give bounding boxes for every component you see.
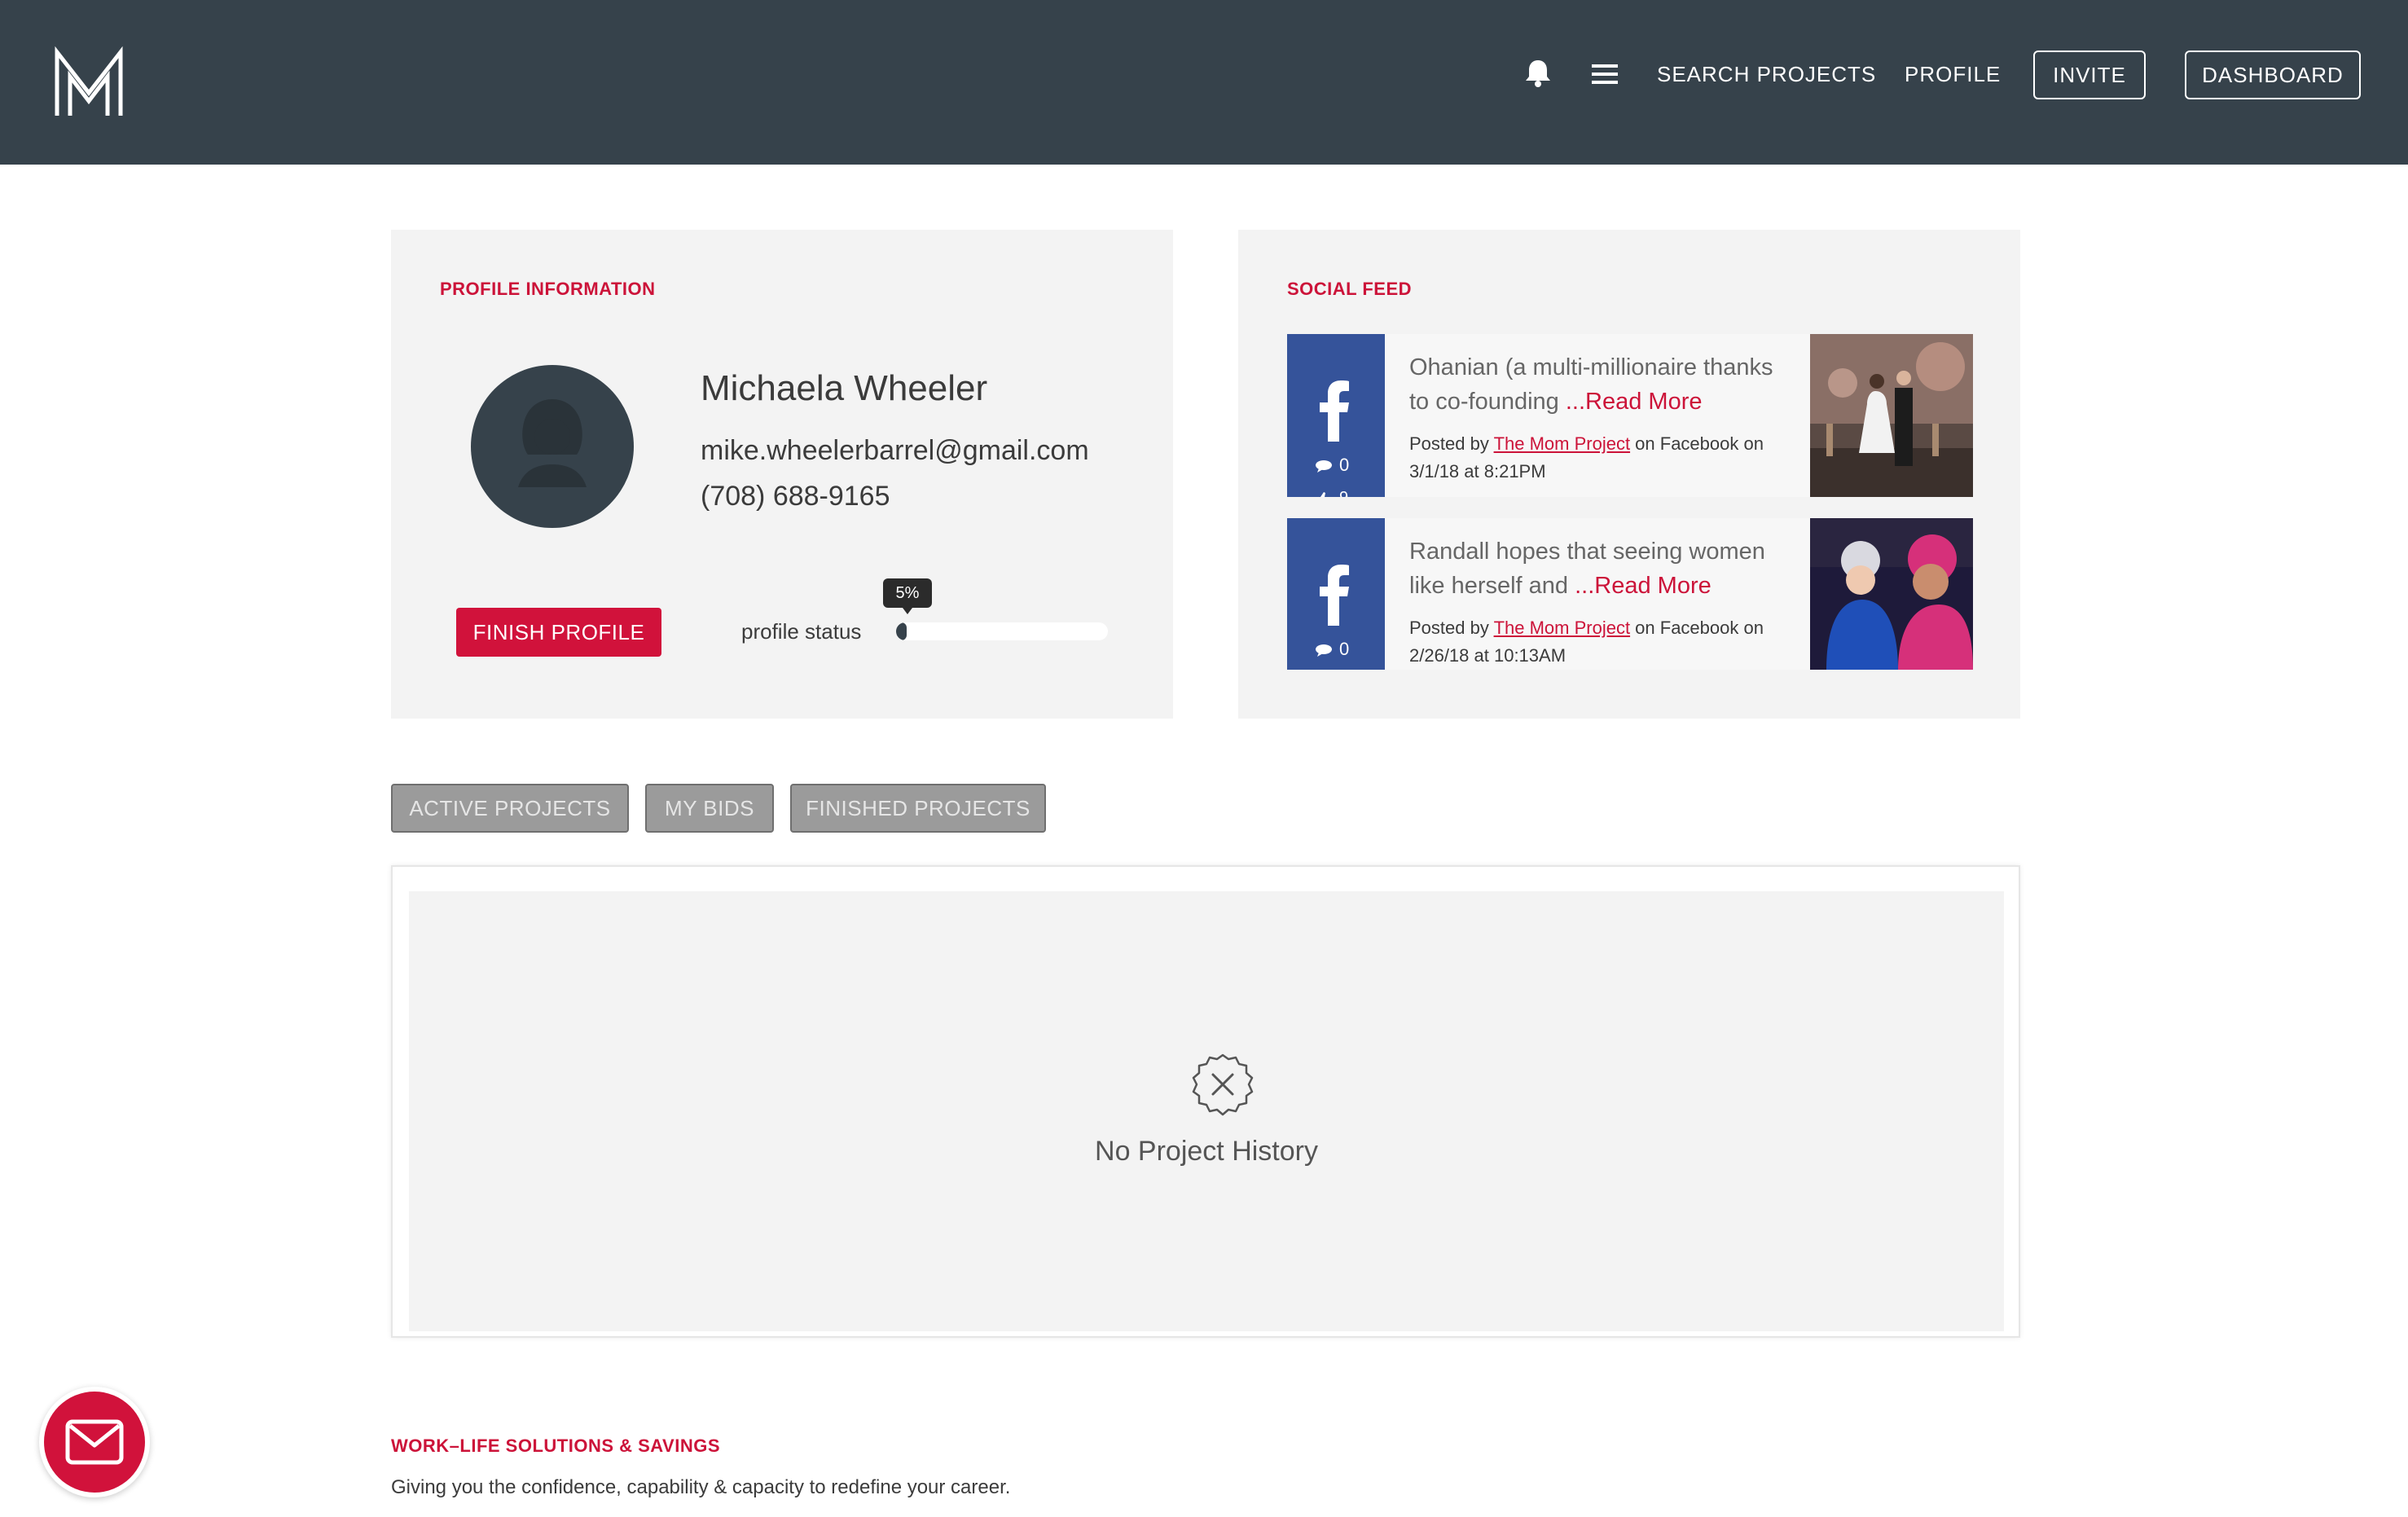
profile-card-title: PROFILE INFORMATION [440, 279, 656, 299]
profile-status-tooltip: 5% [883, 578, 932, 614]
profile-name: Michaela Wheeler [701, 368, 988, 408]
facebook-icon [1320, 565, 1349, 626]
no-history-x-icon [1192, 1053, 1254, 1116]
feed-post-text: Randall hopes that seeing women like her… [1409, 534, 1792, 603]
feed-source-link[interactable]: The Mom Project [1494, 618, 1631, 638]
tab-my-bids[interactable]: MY BIDS [645, 784, 774, 833]
no-project-history-text: No Project History [1095, 1136, 1318, 1167]
tab-active-projects[interactable]: ACTIVE PROJECTS [391, 784, 629, 833]
invite-button[interactable]: INVITE [2033, 51, 2146, 99]
profile-information-card: PROFILE INFORMATION Michaela Wheeler mik… [391, 230, 1173, 719]
comment-icon [1316, 644, 1332, 657]
thumbs-up-icon [1316, 491, 1331, 497]
comment-count: 0 [1315, 455, 1349, 476]
project-history-empty-state: No Project History [409, 891, 2004, 1331]
facebook-badge: 0 9 [1287, 334, 1385, 497]
nav-profile-link[interactable]: PROFILE [1905, 60, 2001, 88]
nav-search-projects-link[interactable]: SEARCH PROJECTS [1657, 60, 1876, 88]
read-more-link[interactable]: ...Read More [1575, 573, 1712, 599]
comment-count-value: 0 [1339, 639, 1350, 659]
posted-by-label: Posted by [1409, 618, 1494, 638]
feed-post-image[interactable] [1810, 334, 1973, 497]
logo-icon[interactable] [52, 46, 125, 119]
feed-post-meta: Posted by The Mom Project on Facebook on… [1409, 430, 1792, 486]
social-feed-title: SOCIAL FEED [1287, 279, 1413, 299]
like-count: 9 [1315, 489, 1348, 497]
comment-count-value: 0 [1339, 455, 1350, 475]
comment-icon [1316, 460, 1332, 473]
profile-status-label: profile status [741, 619, 862, 644]
hamburger-menu-icon[interactable] [1592, 64, 1618, 85]
comment-count: 0 [1315, 639, 1349, 660]
profile-email: mike.wheelerbarrel@gmail.com [701, 435, 1089, 466]
social-feed-card: SOCIAL FEED 0 9 Ohanian (a multi-million… [1238, 230, 2020, 719]
feed-post-image[interactable] [1810, 518, 1973, 670]
wedding-photo-image [1810, 334, 1973, 497]
posted-by-label: Posted by [1409, 433, 1494, 454]
message-floating-button[interactable] [39, 1387, 150, 1497]
envelope-icon [65, 1419, 124, 1465]
tab-finished-projects[interactable]: FINISHED PROJECTS [790, 784, 1046, 833]
read-more-link[interactable]: ...Read More [1566, 389, 1703, 415]
project-history-panel: No Project History [391, 865, 2020, 1338]
feed-post-text: Ohanian (a multi-millionaire thanks to c… [1409, 350, 1792, 419]
facebook-badge: 0 [1287, 518, 1385, 670]
worklife-section-description: Giving you the confidence, capability & … [391, 1476, 1011, 1498]
mother-child-photo-image [1810, 518, 1973, 670]
profile-status-progress-fill [896, 622, 907, 640]
worklife-section-title: WORK–LIFE SOLUTIONS & SAVINGS [391, 1436, 721, 1456]
like-count-value: 9 [1339, 489, 1348, 497]
feed-source-link[interactable]: The Mom Project [1494, 433, 1631, 454]
profile-phone: (708) 688-9165 [701, 481, 890, 512]
social-feed-item[interactable]: 0 Randall hopes that seeing women like h… [1287, 518, 1973, 670]
social-feed-item[interactable]: 0 9 Ohanian (a multi-millionaire thanks … [1287, 334, 1973, 497]
top-navigation-bar: SEARCH PROJECTS PROFILE INVITE DASHBOARD [0, 0, 2408, 165]
user-silhouette-icon [518, 399, 587, 487]
profile-status-progress-bar [896, 622, 1108, 640]
facebook-icon [1320, 380, 1349, 442]
feed-post-meta: Posted by The Mom Project on Facebook on… [1409, 614, 1792, 670]
bell-icon[interactable] [1522, 57, 1554, 90]
finish-profile-button[interactable]: FINISH PROFILE [456, 608, 661, 657]
avatar[interactable] [471, 365, 634, 528]
dashboard-button[interactable]: DASHBOARD [2185, 51, 2361, 99]
